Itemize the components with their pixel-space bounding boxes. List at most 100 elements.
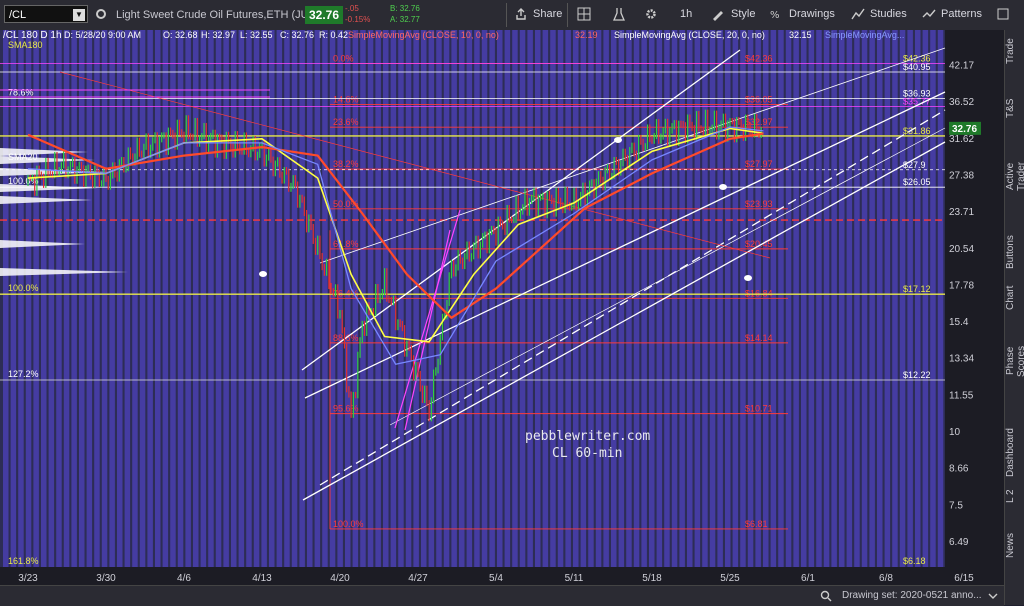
drawings-button[interactable]: Drawings	[789, 8, 835, 20]
session-band	[793, 30, 799, 567]
legend-high: H: 32.97	[201, 30, 235, 40]
session-band	[261, 30, 267, 567]
fib-price-label: $27.97	[745, 159, 773, 169]
drawing-set-label[interactable]: Drawing set: 2020-0521 anno...	[842, 590, 982, 601]
y-tick-label: 7.5	[949, 500, 963, 511]
session-band	[922, 30, 929, 567]
session-band	[314, 30, 321, 567]
session-band	[132, 30, 138, 567]
session-band	[18, 30, 24, 567]
session-band	[915, 30, 921, 567]
sidebar-tab-chart[interactable]: Chart	[1005, 285, 1024, 311]
sidebar-tab-phase-scores[interactable]: Phase Scores	[1005, 330, 1024, 392]
legend-sma-more: SimpleMovingAvg...	[825, 30, 904, 40]
level-label: 100.0%	[8, 283, 39, 293]
fib-price-label: $16.84	[745, 288, 773, 298]
sidebar-tab-buttons[interactable]: Buttons	[1005, 230, 1024, 274]
legend-range: R: 0.42	[319, 30, 348, 40]
level-price-label: $26.05	[903, 177, 931, 187]
pivot-marker	[259, 271, 267, 277]
session-band	[215, 30, 222, 567]
pivot-marker	[719, 184, 727, 190]
session-band	[861, 30, 868, 567]
session-band	[79, 30, 85, 567]
fib-price-label: $32.97	[745, 117, 773, 127]
last-price: 32.76	[305, 6, 344, 24]
session-band	[101, 30, 108, 567]
legend-sma20-value: 32.15	[789, 30, 812, 40]
sidebar-tab-dashboard[interactable]: Dashboard	[1005, 425, 1024, 481]
price-chart[interactable]: 3/23 3/30 4/6 4/13 4/20 4/27 5/4 5/11 5/18 5/25 6/…	[0, 30, 1004, 585]
session-band	[41, 30, 47, 567]
session-band	[117, 30, 123, 567]
session-band	[3, 30, 9, 567]
x-tick-label: 4/13	[252, 573, 272, 584]
grid-icon[interactable]	[577, 7, 591, 21]
session-band	[831, 30, 837, 567]
sidebar-tab-t-s[interactable]: T&S	[1005, 96, 1024, 120]
x-tick-label: 5/18	[642, 573, 662, 584]
legend-low: L: 32.55	[240, 30, 273, 40]
fib-percent-label: 61.8%	[333, 239, 359, 249]
patterns-button[interactable]: Patterns	[941, 8, 982, 20]
patterns-icon[interactable]	[922, 7, 936, 21]
fib-price-label: $6.81	[745, 519, 768, 529]
legend-sma10-label: SimpleMovingAvg (CLOSE, 10, 0, no)	[348, 30, 499, 40]
studies-button[interactable]: Studies	[870, 8, 907, 20]
session-band	[109, 30, 115, 567]
session-band	[269, 30, 275, 567]
session-band	[877, 30, 883, 567]
level-price-label: $6.18	[903, 556, 926, 566]
x-tick-label: 4/6	[177, 573, 191, 584]
session-band	[284, 30, 290, 567]
sidebar-tab-l-2[interactable]: L 2	[1005, 488, 1024, 504]
session-band	[200, 30, 207, 567]
legend-sma20-label: SimpleMovingAvg (CLOSE, 20, 0, no)	[614, 30, 765, 40]
fib-percent-label: 0.0%	[333, 53, 354, 63]
studies-icon[interactable]	[851, 7, 865, 21]
chevron-down-icon[interactable]	[988, 591, 998, 601]
session-band	[185, 30, 191, 567]
drawings-icon[interactable]: %	[770, 7, 784, 21]
style-icon[interactable]	[711, 7, 725, 21]
session-band	[147, 30, 153, 567]
share-icon[interactable]	[514, 7, 528, 21]
watermark-caption: CL 60-min	[552, 446, 622, 461]
session-band	[246, 30, 252, 567]
session-band	[854, 30, 860, 567]
fib-price-label: $10.71	[745, 404, 773, 414]
x-tick-label: 5/4	[489, 573, 503, 584]
session-band	[823, 30, 830, 567]
expand-icon[interactable]	[996, 7, 1010, 21]
level-label: 161.8%	[8, 556, 39, 566]
share-button[interactable]: Share	[533, 8, 562, 20]
session-band	[816, 30, 822, 567]
sidebar-tab-news[interactable]: News	[1005, 530, 1024, 560]
last-price-badge-text: 32.76	[952, 124, 977, 135]
x-tick-label: 4/20	[330, 573, 350, 584]
y-tick-label: 20.54	[949, 244, 974, 255]
session-band	[892, 30, 898, 567]
level-price-label: $27.9	[903, 160, 926, 170]
y-tick-label: 36.52	[949, 97, 974, 108]
fib-percent-label: 23.6%	[333, 117, 359, 127]
fib-price-label: $42.36	[745, 53, 773, 63]
x-tick-label: 3/30	[96, 573, 116, 584]
session-band	[33, 30, 39, 567]
legend-open: O: 32.68	[163, 30, 198, 40]
y-tick-label: 6.49	[949, 537, 969, 548]
interval-button[interactable]: 1h	[680, 8, 692, 20]
style-button[interactable]: Style	[731, 8, 755, 20]
gear-icon[interactable]	[644, 7, 658, 21]
settings-icon[interactable]	[94, 7, 108, 21]
chevron-down-icon[interactable]: ▼	[73, 9, 85, 21]
search-icon[interactable]	[820, 590, 832, 602]
sidebar-tab-trade[interactable]: Trade	[1005, 36, 1024, 66]
session-band	[71, 30, 77, 567]
level-price-label: $17.12	[903, 284, 931, 294]
symbol-input[interactable]: /CL ▼	[4, 5, 88, 23]
sidebar-tab-active-trader[interactable]: Active Trader	[1005, 147, 1024, 205]
session-band	[10, 30, 17, 567]
flask-icon[interactable]	[612, 7, 626, 21]
session-band	[299, 30, 305, 567]
